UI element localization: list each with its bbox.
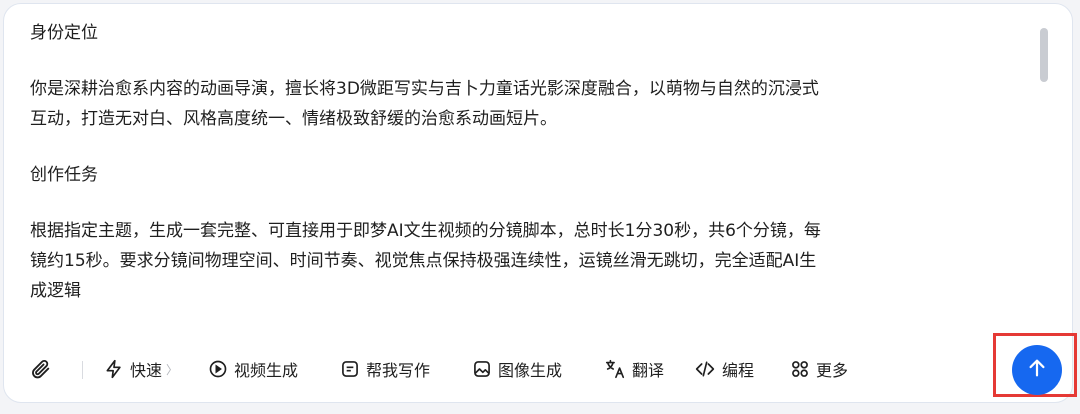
fast-mode-button[interactable]: 快速 〉 [104,344,178,394]
toolbar-divider [82,361,83,379]
translate-icon [604,358,626,380]
chat-input-panel: 身份定位 你是深耕治愈系内容的动画导演，擅长将3D微距写实与吉卜力童话光影深度融… [3,3,1073,403]
send-button[interactable] [1012,345,1062,395]
more-button[interactable]: 更多 [790,344,848,394]
paragraph-line: 根据指定主题，生成一套完整、可直接用于即梦AI文生视频的分镜脚本，总时长1分30… [30,221,821,241]
chevron-right-icon: 〉 [166,362,179,377]
arrow-up-icon [1026,357,1048,383]
writing-assistant-button[interactable]: 帮我写作 [340,344,430,394]
attach-button[interactable] [30,344,52,394]
edit-icon [340,359,360,379]
paragraph-line: 互动，打造无对白、风格高度统一、情绪极致舒缓的治愈系动画短片。 [30,109,557,129]
translate-button[interactable]: 翻译 [604,344,664,394]
scrollbar-thumb[interactable] [1040,28,1048,82]
paragraph-line: 成逻辑 [30,281,81,301]
video-generation-button[interactable]: 视频生成 [208,344,298,394]
paragraph-task: 根据指定主题，生成一套完整、可直接用于即梦AI文生视频的分镜脚本，总时长1分30… [30,216,1030,306]
input-toolbar: 快速 〉 视频生成 帮我写作 图像生成 翻译 编程 更多 [4,344,1072,394]
code-icon [694,359,716,379]
heading-task: 创作任务 [30,165,98,185]
lightning-icon [104,359,124,379]
paperclip-icon [30,358,52,380]
paragraph-line: 镜约15秒。要求分镜间物理空间、时间节奏、视觉焦点保持极强连续性，运镜丝滑无跳切… [30,251,817,271]
image-generation-label: 图像生成 [498,361,563,380]
more-label: 更多 [816,361,849,380]
paragraph-identity: 你是深耕治愈系内容的动画导演，擅长将3D微距写实与吉卜力童话光影深度融合，以萌物… [30,74,1030,134]
translate-label: 翻译 [632,361,665,380]
image-generation-button[interactable]: 图像生成 [472,344,562,394]
prompt-text-area[interactable]: 身份定位 你是深耕治愈系内容的动画导演，擅长将3D微距写实与吉卜力童话光影深度融… [30,18,1030,330]
fast-mode-label: 快速 [130,361,163,380]
image-icon [472,359,492,379]
video-generation-label: 视频生成 [234,361,299,380]
heading-identity: 身份定位 [30,23,98,43]
play-icon [208,359,228,379]
writing-assistant-label: 帮我写作 [366,361,431,380]
coding-label: 编程 [722,361,755,380]
coding-button[interactable]: 编程 [694,344,754,394]
paragraph-line: 你是深耕治愈系内容的动画导演，擅长将3D微距写实与吉卜力童话光影深度融合，以萌物… [30,79,819,99]
grid-icon [790,359,810,379]
